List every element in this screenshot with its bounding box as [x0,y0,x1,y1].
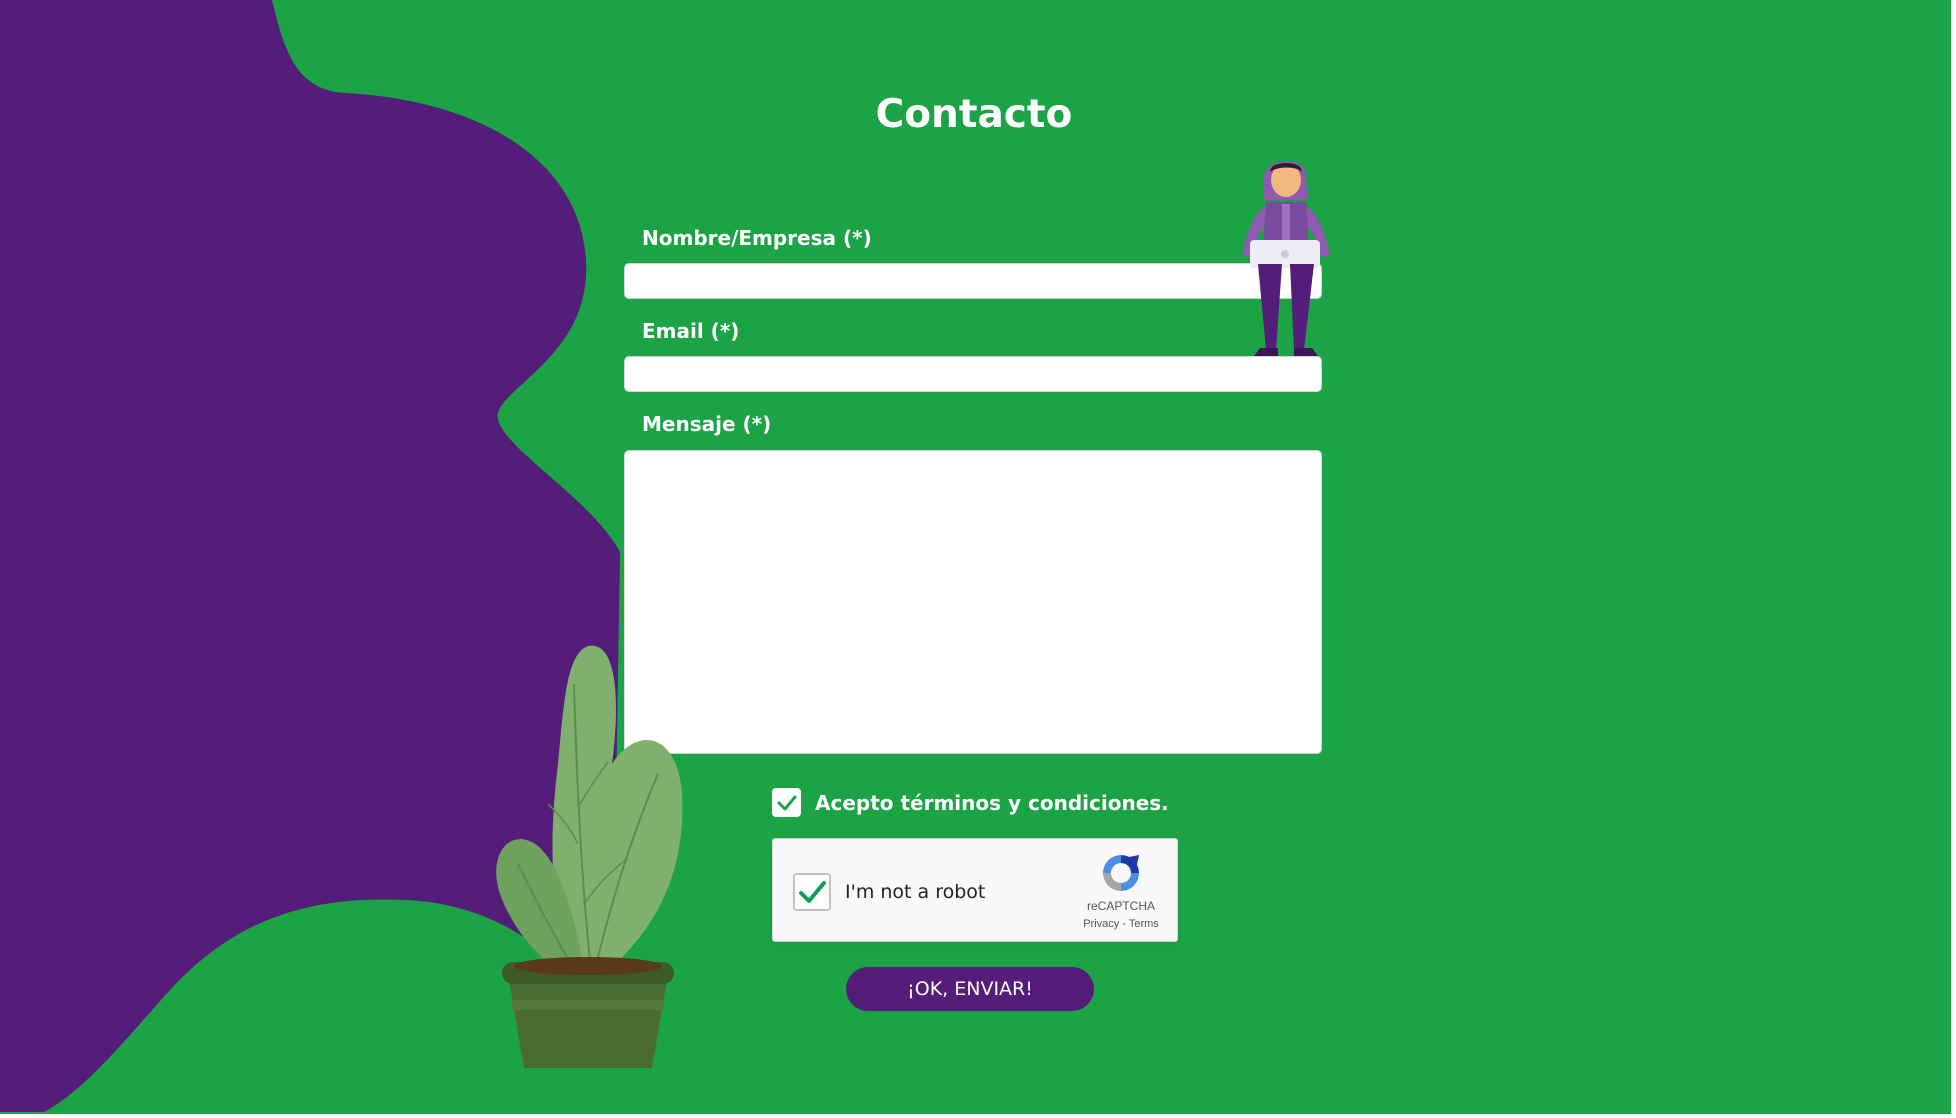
submit-button[interactable]: ¡OK, ENVIAR! [846,967,1094,1011]
terms-label: Acepto términos y condiciones. [815,790,1169,815]
checkmark-icon [777,795,796,810]
terms-checkbox[interactable] [772,788,801,817]
terms-row[interactable]: Acepto términos y condiciones. [772,788,1169,817]
message-label: Mensaje (*) [642,412,772,436]
email-input[interactable] [624,356,1322,392]
name-input[interactable] [624,263,1322,299]
recaptcha-brand: reCAPTCHA [1086,899,1155,913]
checkmark-icon [799,881,826,903]
page-title: Contacto [875,92,1073,137]
recaptcha-links[interactable]: Privacy - Terms [1073,918,1169,930]
email-label: Email (*) [642,319,740,343]
recaptcha-checkbox[interactable] [793,873,831,911]
contact-page: Contacto Nombre/Empresa (*) Email (*) Me… [0,0,1951,1114]
recaptcha-label: I'm not a robot [845,881,986,903]
name-label: Nombre/Empresa (*) [642,226,872,250]
recaptcha-logo-icon [1103,855,1139,891]
person-with-laptop-illustration [1242,161,1330,356]
message-textarea[interactable] [624,450,1322,754]
potted-plant-illustration [496,645,683,1068]
recaptcha-widget: I'm not a robot reCAPTCHA Privacy - Term… [772,838,1178,942]
